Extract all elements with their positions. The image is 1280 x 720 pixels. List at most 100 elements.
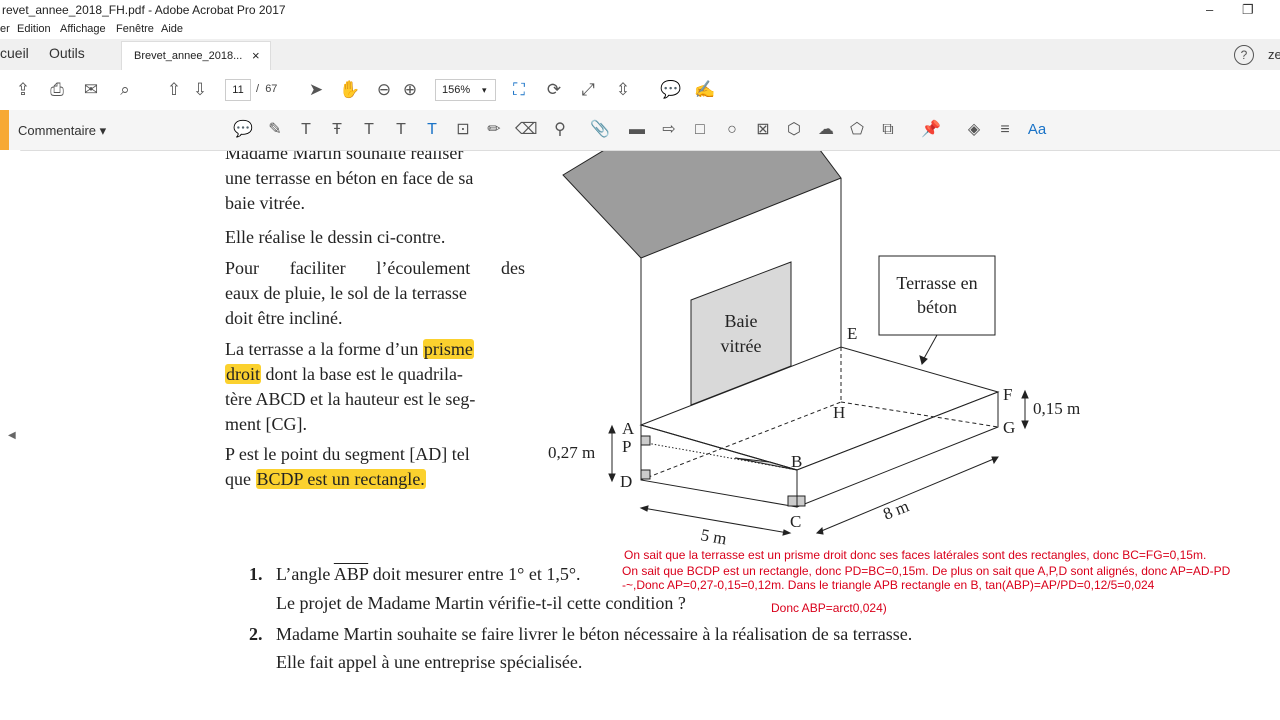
dim-thickness-head-bottom: [1021, 420, 1029, 430]
upload-icon[interactable]: ⇪: [12, 79, 34, 101]
point-a: A: [622, 419, 635, 438]
print-icon[interactable]: ⎙: [46, 79, 68, 101]
highlight-droit[interactable]: droit: [225, 364, 261, 384]
line-icon[interactable]: ▬: [626, 119, 648, 141]
user-account[interactable]: ze: [1268, 47, 1280, 62]
minimize-button[interactable]: –: [1206, 2, 1213, 17]
right-angle-c2: [796, 495, 806, 507]
font-properties-icon[interactable]: Aa: [1026, 119, 1048, 141]
select-tool-icon[interactable]: ➤: [305, 79, 327, 101]
drainage-paragraph: Pour faciliter l’écoulement des eaux de …: [225, 256, 525, 331]
annotation-line-4[interactable]: Donc ABP=arct0,024): [771, 601, 887, 615]
window-title: revet_annee_2018_FH.pdf - Adobe Acrobat …: [2, 3, 286, 17]
pin-icon[interactable]: 📌: [920, 119, 942, 141]
dim-thickness-label: 0,15 m: [1033, 399, 1080, 418]
replace-text-icon[interactable]: T: [358, 119, 380, 141]
text-box-icon[interactable]: ⊡: [452, 119, 474, 141]
document-page: Madame Martin souhaite réaliser une terr…: [20, 151, 1280, 720]
sign-icon[interactable]: ✍: [694, 79, 716, 101]
pencil-icon[interactable]: ✏: [483, 119, 505, 141]
arrow-icon[interactable]: ⇨: [658, 119, 680, 141]
zoom-out-icon[interactable]: ⊖: [373, 79, 395, 101]
annotation-line-2[interactable]: On sait que BCDP est un rectangle, donc …: [622, 564, 1230, 578]
eraser-icon[interactable]: ⌫: [515, 119, 538, 141]
oval-icon[interactable]: ○: [721, 119, 743, 141]
page-separator: /: [256, 83, 260, 95]
drawing-paragraph: Elle réalise le dessin ci-contre.: [225, 227, 446, 247]
help-icon[interactable]: ?: [1234, 45, 1254, 65]
zoom-in-icon[interactable]: ⊕: [399, 79, 421, 101]
polyline-icon[interactable]: ⬠: [846, 119, 868, 141]
tab-document[interactable]: Brevet_annee_2018... ×: [121, 41, 271, 71]
point-h: H: [833, 403, 845, 422]
menu-edition[interactable]: Edition: [17, 23, 51, 35]
line-width-icon[interactable]: ≡: [994, 119, 1016, 141]
page-count: 67: [265, 83, 278, 95]
dim-height-head-top: [608, 424, 616, 434]
rotate-icon[interactable]: ⟳: [543, 79, 565, 101]
prism-paragraph: La terrasse a la forme d’un prisme droit…: [225, 337, 530, 437]
add-text-icon[interactable]: T: [421, 119, 443, 141]
dim-width-label: 5 m: [699, 525, 728, 546]
scroll-mode-icon[interactable]: ⇳: [612, 79, 634, 101]
strikethrough-icon[interactable]: Ŧ: [326, 119, 348, 141]
zoom-select[interactable]: 156% ▾: [435, 79, 496, 101]
highlight-prisme[interactable]: prisme: [422, 339, 474, 359]
highlight-rectangle[interactable]: BCDP est un rectangle.: [255, 469, 426, 489]
group-icon[interactable]: ⧉: [877, 119, 899, 141]
tab-bar: cueil Outils Brevet_annee_2018... ×: [0, 39, 1280, 71]
dim-length-head-left: [815, 526, 824, 535]
textbox-callout-icon[interactable]: ⊠: [752, 119, 774, 141]
tab-tools[interactable]: Outils: [49, 45, 85, 61]
insert-text-icon[interactable]: T: [390, 119, 412, 141]
fullscreen-icon[interactable]: ⤢: [577, 79, 599, 101]
callout-arrowhead: [919, 355, 928, 365]
point-p-line-2a: que: [225, 469, 256, 489]
fill-color-icon[interactable]: ◈: [963, 119, 985, 141]
question-2-line-1: Madame Martin souhaite se faire livrer l…: [276, 624, 913, 644]
menu-aide[interactable]: Aide: [161, 23, 183, 35]
underline-text-icon[interactable]: T: [295, 119, 317, 141]
close-tab-icon[interactable]: ×: [252, 48, 260, 63]
point-e: E: [847, 324, 857, 343]
title-bar: revet_annee_2018_FH.pdf - Adobe Acrobat …: [0, 0, 1280, 20]
highlight-icon[interactable]: ✎: [264, 119, 286, 141]
sticky-note-icon[interactable]: 💬: [232, 119, 254, 141]
dim-length-head-right: [991, 456, 999, 465]
tab-home[interactable]: cueil: [0, 45, 29, 61]
question-1-line-2: Le projet de Madame Martin vérifie-t-il …: [276, 593, 686, 613]
polygon-icon[interactable]: ⬡: [783, 119, 805, 141]
zoom-value: 156%: [442, 84, 471, 96]
cloud-icon[interactable]: ☁: [815, 119, 837, 141]
annotation-line-3[interactable]: -~,Donc AP=0,27-0,15=0,12m. Dans le tria…: [622, 578, 1154, 592]
point-c: C: [790, 512, 801, 531]
prism-line-2b: dont la base est le quadrila-: [261, 364, 463, 384]
menu-affichage[interactable]: Affichage: [60, 23, 106, 35]
menu-fenetre[interactable]: Fenêtre: [116, 23, 154, 35]
comment-menu[interactable]: Commentaire ▾: [18, 123, 106, 139]
callout-line-2: béton: [917, 297, 957, 317]
restore-button[interactable]: ❐: [1242, 2, 1254, 18]
annotation-line-1[interactable]: On sait que la terrasse est un prisme dr…: [624, 548, 1206, 562]
drainage-line-1: Pour faciliter l’écoulement des: [225, 258, 525, 278]
intro-line-1: Madame Martin souhaite réaliser: [225, 151, 464, 163]
navigation-rail: ◀: [0, 150, 21, 720]
comment-icon[interactable]: 💬: [660, 79, 682, 101]
hand-tool-icon[interactable]: ✋: [339, 79, 361, 101]
search-icon[interactable]: ⌕: [114, 79, 136, 101]
rectangle-icon[interactable]: □: [689, 119, 711, 141]
menu-file[interactable]: er: [0, 23, 10, 35]
fit-page-icon[interactable]: ⛶: [508, 79, 530, 101]
attach-icon[interactable]: 📎: [589, 119, 611, 141]
page-number-input[interactable]: 11: [225, 79, 251, 101]
email-icon[interactable]: ✉: [80, 79, 102, 101]
page-down-icon[interactable]: ⇩: [189, 79, 211, 101]
dim-length-label: 8 m: [880, 496, 911, 523]
callout-line-1: Terrasse en: [896, 273, 977, 293]
dim-height-head-bottom: [608, 473, 616, 483]
right-angle-p: [640, 435, 651, 446]
prism-line-1a: La terrasse a la forme d’un: [225, 339, 423, 359]
stamp-icon[interactable]: ⚲: [549, 119, 571, 141]
expand-panel-icon[interactable]: ◀: [8, 430, 16, 441]
page-up-icon[interactable]: ⇧: [163, 79, 185, 101]
